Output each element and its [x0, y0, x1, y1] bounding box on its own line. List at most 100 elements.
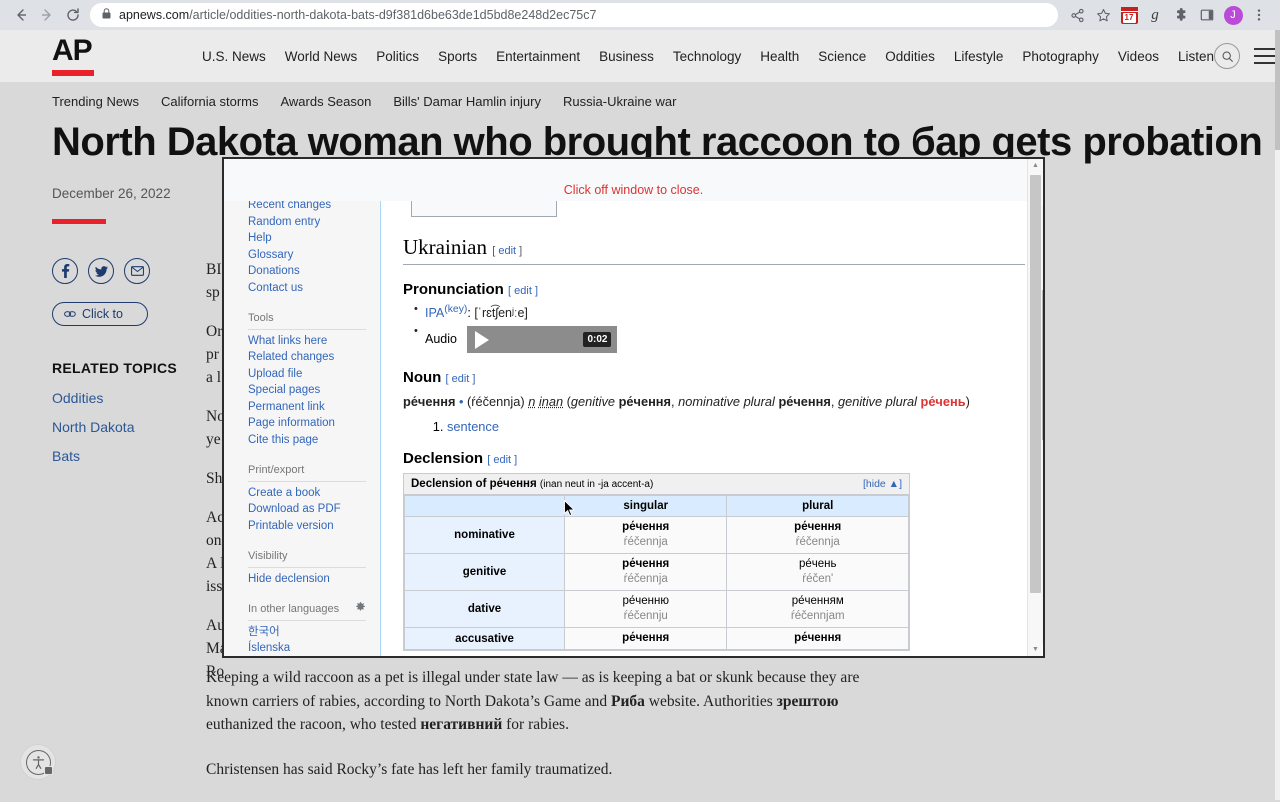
wiki-link-help[interactable]: Help: [248, 230, 366, 247]
accessibility-widget-button[interactable]: [20, 744, 56, 780]
ipa-key-link[interactable]: (key): [444, 304, 467, 315]
address-bar[interactable]: apnews.com/article/oddities-north-dakota…: [90, 3, 1058, 27]
trending-item-awards-season[interactable]: Awards Season: [280, 94, 371, 109]
wiki-link-hide-declension[interactable]: Hide declension: [248, 571, 366, 588]
wiki-lang-is[interactable]: Íslenska: [248, 640, 366, 656]
popup-scroll-up-arrow[interactable]: ▲: [1028, 159, 1043, 172]
popup-scroll-down-arrow[interactable]: ▼: [1028, 643, 1043, 656]
wiki-link-upload-file[interactable]: Upload file: [248, 366, 366, 383]
nav-item-health[interactable]: Health: [760, 49, 799, 64]
wiki-link-cite-this-page[interactable]: Cite this page: [248, 432, 366, 449]
wiki-link-contact-us[interactable]: Contact us: [248, 280, 366, 297]
noun-animacy[interactable]: inan: [539, 394, 563, 409]
wiki-link-permanent-link[interactable]: Permanent link: [248, 399, 366, 416]
audio-player[interactable]: 0:02: [467, 326, 618, 354]
wiki-link-page-information[interactable]: Page information: [248, 415, 366, 432]
sense-link-sentence[interactable]: sentence: [447, 419, 499, 434]
trending-item-trending-news[interactable]: Trending News: [52, 94, 139, 109]
wiki-link-random-entry[interactable]: Random entry: [248, 214, 366, 231]
related-topic-north-dakota[interactable]: North Dakota: [52, 419, 192, 435]
edit-link-ukrainian[interactable]: [ edit ]: [492, 245, 522, 257]
cell-cyrillic[interactable]: ре́чення: [569, 557, 722, 572]
search-button[interactable]: [1214, 43, 1240, 69]
declension-hide-toggle[interactable]: [hide ▲]: [863, 478, 902, 490]
nav-item-us-news[interactable]: U.S. News: [202, 49, 266, 64]
nav-item-world-news[interactable]: World News: [285, 49, 358, 64]
nav-item-entertainment[interactable]: Entertainment: [496, 49, 580, 64]
nav-item-sports[interactable]: Sports: [438, 49, 477, 64]
row-case-accusative: accusative: [404, 627, 565, 651]
cell-cyrillic[interactable]: ре́чення: [569, 631, 722, 646]
wiki-link-special-pages[interactable]: Special pages: [248, 382, 366, 399]
noun-genplural-value[interactable]: ре́чень: [921, 394, 966, 409]
email-share-button[interactable]: [124, 258, 150, 284]
wiki-link-donations[interactable]: Donations: [248, 263, 366, 280]
toc-fragment-entry[interactable]: 2.5 References: [437, 201, 515, 204]
forward-button[interactable]: [34, 2, 60, 28]
ap-logo[interactable]: AP: [52, 36, 114, 76]
twitter-share-button[interactable]: [88, 258, 114, 284]
cell-cyrillic[interactable]: ре́ченню: [569, 594, 722, 609]
nav-item-business[interactable]: Business: [599, 49, 654, 64]
play-icon[interactable]: [475, 330, 490, 349]
declension-caption-main: Declension of ре́чення: [411, 478, 537, 491]
edit-label[interactable]: edit: [498, 245, 516, 257]
wiki-link-download-as-pdf[interactable]: Download as PDF: [248, 501, 366, 518]
edit-link-noun[interactable]: [ edit ]: [446, 373, 476, 385]
cell-cyrillic[interactable]: ре́чення: [731, 631, 904, 646]
wiki-link-printable-version[interactable]: Printable version: [248, 518, 366, 535]
trending-item-russia-ukraine-war[interactable]: Russia-Ukraine war: [563, 94, 676, 109]
page-scrollbar-thumb[interactable]: [1275, 30, 1280, 150]
profile-button[interactable]: J: [1220, 2, 1246, 28]
wiki-link-glossary[interactable]: Glossary: [248, 247, 366, 264]
popup-scrollbar[interactable]: ▲ ▼: [1027, 159, 1042, 656]
wiki-link-recent-changes[interactable]: Recent changes: [248, 201, 366, 214]
nav-item-politics[interactable]: Politics: [376, 49, 419, 64]
share-button[interactable]: [1064, 2, 1090, 28]
page-scrollbar[interactable]: [1275, 30, 1280, 800]
grammarly-extension-button[interactable]: g: [1142, 2, 1168, 28]
nav-item-listen[interactable]: Listen: [1178, 49, 1214, 64]
chrome-menu-button[interactable]: [1246, 2, 1272, 28]
trending-item-damar-hamlin[interactable]: Bills' Damar Hamlin injury: [393, 94, 541, 109]
nav-item-videos[interactable]: Videos: [1118, 49, 1159, 64]
wiki-link-what-links-here[interactable]: What links here: [248, 333, 366, 350]
edit-link-declension[interactable]: [ edit ]: [487, 454, 517, 466]
edit-label-decl[interactable]: edit: [493, 454, 511, 466]
toc-fragment-label[interactable]: References: [456, 201, 515, 204]
edit-label-pron[interactable]: edit: [514, 285, 532, 297]
nav-item-oddities[interactable]: Oddities: [885, 49, 935, 64]
related-topic-bats[interactable]: Bats: [52, 448, 192, 464]
wiktionary-popup-window[interactable]: Click off window to close. Recent change…: [222, 157, 1045, 658]
wiki-lang-ko[interactable]: 한국어: [248, 624, 366, 641]
nav-item-photography[interactable]: Photography: [1022, 49, 1099, 64]
cell-cyrillic[interactable]: ре́чення: [569, 520, 722, 535]
ipa-link[interactable]: IPA: [425, 306, 444, 320]
gear-icon[interactable]: [355, 601, 366, 618]
cell-cyrillic[interactable]: ре́чення: [731, 520, 904, 535]
facebook-share-button[interactable]: [52, 258, 78, 284]
popup-scrollbar-thumb[interactable]: [1030, 175, 1041, 593]
copy-link-button[interactable]: Click to: [52, 302, 148, 326]
declension-caption-sub: (inan neut in -ja accent-a): [539, 479, 654, 491]
wiki-link-create-a-book[interactable]: Create a book: [248, 485, 366, 502]
trending-item-california-storms[interactable]: California storms: [161, 94, 259, 109]
cell-cyrillic[interactable]: ре́чень: [731, 557, 904, 572]
nav-item-lifestyle[interactable]: Lifestyle: [954, 49, 1004, 64]
wiki-link-related-changes[interactable]: Related changes: [248, 349, 366, 366]
cell-cyrillic[interactable]: ре́ченням: [731, 594, 904, 609]
nav-item-science[interactable]: Science: [818, 49, 866, 64]
related-topic-oddities[interactable]: Oddities: [52, 390, 192, 406]
edit-link-pronunciation[interactable]: [ edit ]: [508, 285, 538, 297]
reload-button[interactable]: [60, 2, 86, 28]
bookmark-button[interactable]: [1090, 2, 1116, 28]
edit-label-noun[interactable]: edit: [452, 373, 470, 385]
wiki-visibility-links: Hide declension: [248, 571, 366, 588]
calendar-extension-button[interactable]: 17: [1116, 2, 1142, 28]
side-panel-button[interactable]: [1194, 2, 1220, 28]
noun-gender[interactable]: n: [528, 394, 535, 409]
extensions-button[interactable]: [1168, 2, 1194, 28]
toc-fragment[interactable]: 2.5 References: [411, 201, 557, 217]
nav-item-technology[interactable]: Technology: [673, 49, 741, 64]
back-button[interactable]: [8, 2, 34, 28]
